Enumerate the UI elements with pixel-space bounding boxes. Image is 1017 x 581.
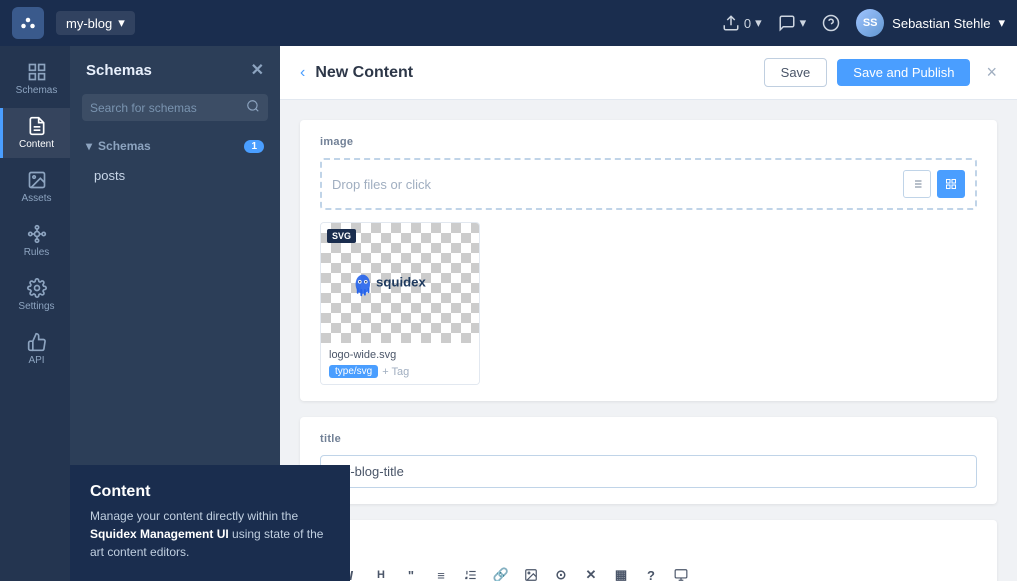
notification-dropdown-icon: ▾ [800, 15, 807, 31]
sidebar-content-label: Content [19, 139, 54, 150]
schemas-group-header[interactable]: ▾ Schemas 1 [70, 131, 280, 161]
schema-search-input[interactable] [90, 101, 240, 115]
schema-item-posts[interactable]: posts [70, 161, 280, 190]
link-button[interactable]: 🔗 [490, 564, 512, 581]
tooltip-title: Content [90, 483, 330, 501]
dropzone-text: Drop files or click [332, 177, 431, 192]
image-tags: type/svg + Tag [329, 365, 471, 378]
title-input[interactable] [320, 455, 977, 488]
image-cards: SVG [320, 222, 977, 385]
top-navbar: my-blog ▾ 0 ▾ ▾ SS Sebastian Stehle [0, 0, 1017, 46]
upload-count: 0 [744, 16, 751, 31]
avatar-initials: SS [863, 17, 878, 29]
main-layout: Schemas Content Assets [0, 46, 1017, 581]
grid-view-btn[interactable] [937, 170, 965, 198]
schemas-group-label: Schemas [98, 139, 151, 153]
circle-button[interactable]: ⊙ [550, 564, 572, 581]
sidebar-item-content[interactable]: Content [0, 108, 70, 158]
image-field-label: image [320, 136, 977, 148]
save-button[interactable]: Save [764, 58, 828, 87]
add-tag-placeholder[interactable]: + Tag [382, 366, 409, 378]
sidebar-item-api[interactable]: API [0, 324, 70, 374]
tooltip-text: Manage your content directly within the … [90, 507, 330, 561]
list-view-btn[interactable] [903, 170, 931, 198]
sidebar-item-rules[interactable]: Rules [0, 216, 70, 266]
back-button[interactable]: ‹ [300, 64, 305, 82]
svg-text:squidex: squidex [376, 275, 426, 290]
sidebar-rules-label: Rules [24, 247, 50, 258]
type-tag-badge[interactable]: type/svg [329, 365, 378, 378]
sidebar-schemas-label: Schemas [16, 85, 58, 96]
content-area: ‹ New Content Save Save and Publish × im… [280, 46, 1017, 581]
svg-badge: SVG [327, 229, 356, 243]
search-icon[interactable] [246, 99, 260, 116]
help-icon[interactable] [822, 14, 840, 32]
sidebar-settings-label: Settings [18, 301, 54, 312]
image-filename: logo-wide.svg [329, 349, 471, 361]
image-preview: SVG [321, 223, 479, 343]
close-button[interactable]: × [986, 62, 997, 83]
blog-selector[interactable]: my-blog ▾ [56, 11, 135, 35]
embed-button[interactable] [670, 564, 692, 581]
schemas-count-badge: 1 [244, 140, 264, 153]
squidex-logo-image: squidex [340, 265, 460, 301]
avatar: SS [856, 9, 884, 37]
sidebar-item-assets[interactable]: Assets [0, 162, 70, 212]
text-section: text B I H " ≡ 🔗 [300, 520, 997, 581]
image-section: image Drop files or click [300, 120, 997, 401]
text-editor-toolbar: B I H " ≡ 🔗 [300, 558, 997, 581]
tooltip-text-before: Manage your content directly within the [90, 509, 298, 523]
image-card[interactable]: SVG [320, 222, 480, 385]
content-header: ‹ New Content Save Save and Publish × [280, 46, 1017, 100]
schema-panel: Schemas ✕ ▾ Schemas 1 posts Content [70, 46, 280, 581]
notification-icon[interactable]: ▾ [778, 14, 807, 32]
schemas-group-arrow-icon: ▾ [86, 139, 92, 153]
schema-search-bar[interactable] [82, 94, 268, 121]
title-field-label: title [320, 433, 977, 445]
sidebar-item-settings[interactable]: Settings [0, 270, 70, 320]
save-publish-button[interactable]: Save and Publish [837, 59, 970, 86]
title-section: title [300, 417, 997, 504]
sidebar: Schemas Content Assets [0, 46, 70, 581]
schema-panel-header: Schemas ✕ [70, 46, 280, 94]
remove-button[interactable]: ✕ [580, 564, 602, 581]
image-info: logo-wide.svg type/svg + Tag [321, 343, 479, 384]
image-dropzone[interactable]: Drop files or click [320, 158, 977, 210]
user-menu[interactable]: SS Sebastian Stehle ▾ [856, 9, 1005, 37]
nav-right: 0 ▾ ▾ SS Sebastian Stehle ▾ [722, 9, 1005, 37]
blog-name: my-blog [66, 16, 112, 31]
form-area: image Drop files or click [280, 100, 1017, 581]
app-logo[interactable] [12, 7, 44, 39]
sidebar-item-schemas[interactable]: Schemas [0, 54, 70, 104]
list-button[interactable]: ≡ [430, 564, 452, 581]
sidebar-api-label: API [28, 355, 44, 366]
table-button[interactable]: ▦ [610, 564, 632, 581]
text-field-label-wrapper: text [300, 520, 997, 558]
tooltip-brand: Squidex Management UI [90, 527, 229, 541]
schema-panel-close-icon[interactable]: ✕ [251, 60, 264, 80]
ordered-list-button[interactable] [460, 564, 482, 581]
user-name: Sebastian Stehle [892, 16, 990, 31]
image-button[interactable] [520, 564, 542, 581]
page-title: New Content [315, 64, 753, 82]
heading-button[interactable]: H [370, 564, 392, 581]
dropdown-chevron-icon: ▾ [118, 15, 125, 31]
blockquote-button[interactable]: " [400, 564, 422, 581]
help-toolbar-button[interactable]: ? [640, 564, 662, 581]
schema-panel-title: Schemas [86, 62, 152, 79]
sidebar-assets-label: Assets [21, 193, 51, 204]
dropzone-view-icons [903, 170, 965, 198]
text-field-label: text [316, 530, 981, 542]
upload-nav-item[interactable]: 0 ▾ [722, 14, 762, 32]
content-tooltip: Content Manage your content directly wit… [70, 465, 350, 581]
user-dropdown-icon: ▾ [998, 15, 1005, 31]
upload-dropdown-icon: ▾ [755, 15, 762, 31]
